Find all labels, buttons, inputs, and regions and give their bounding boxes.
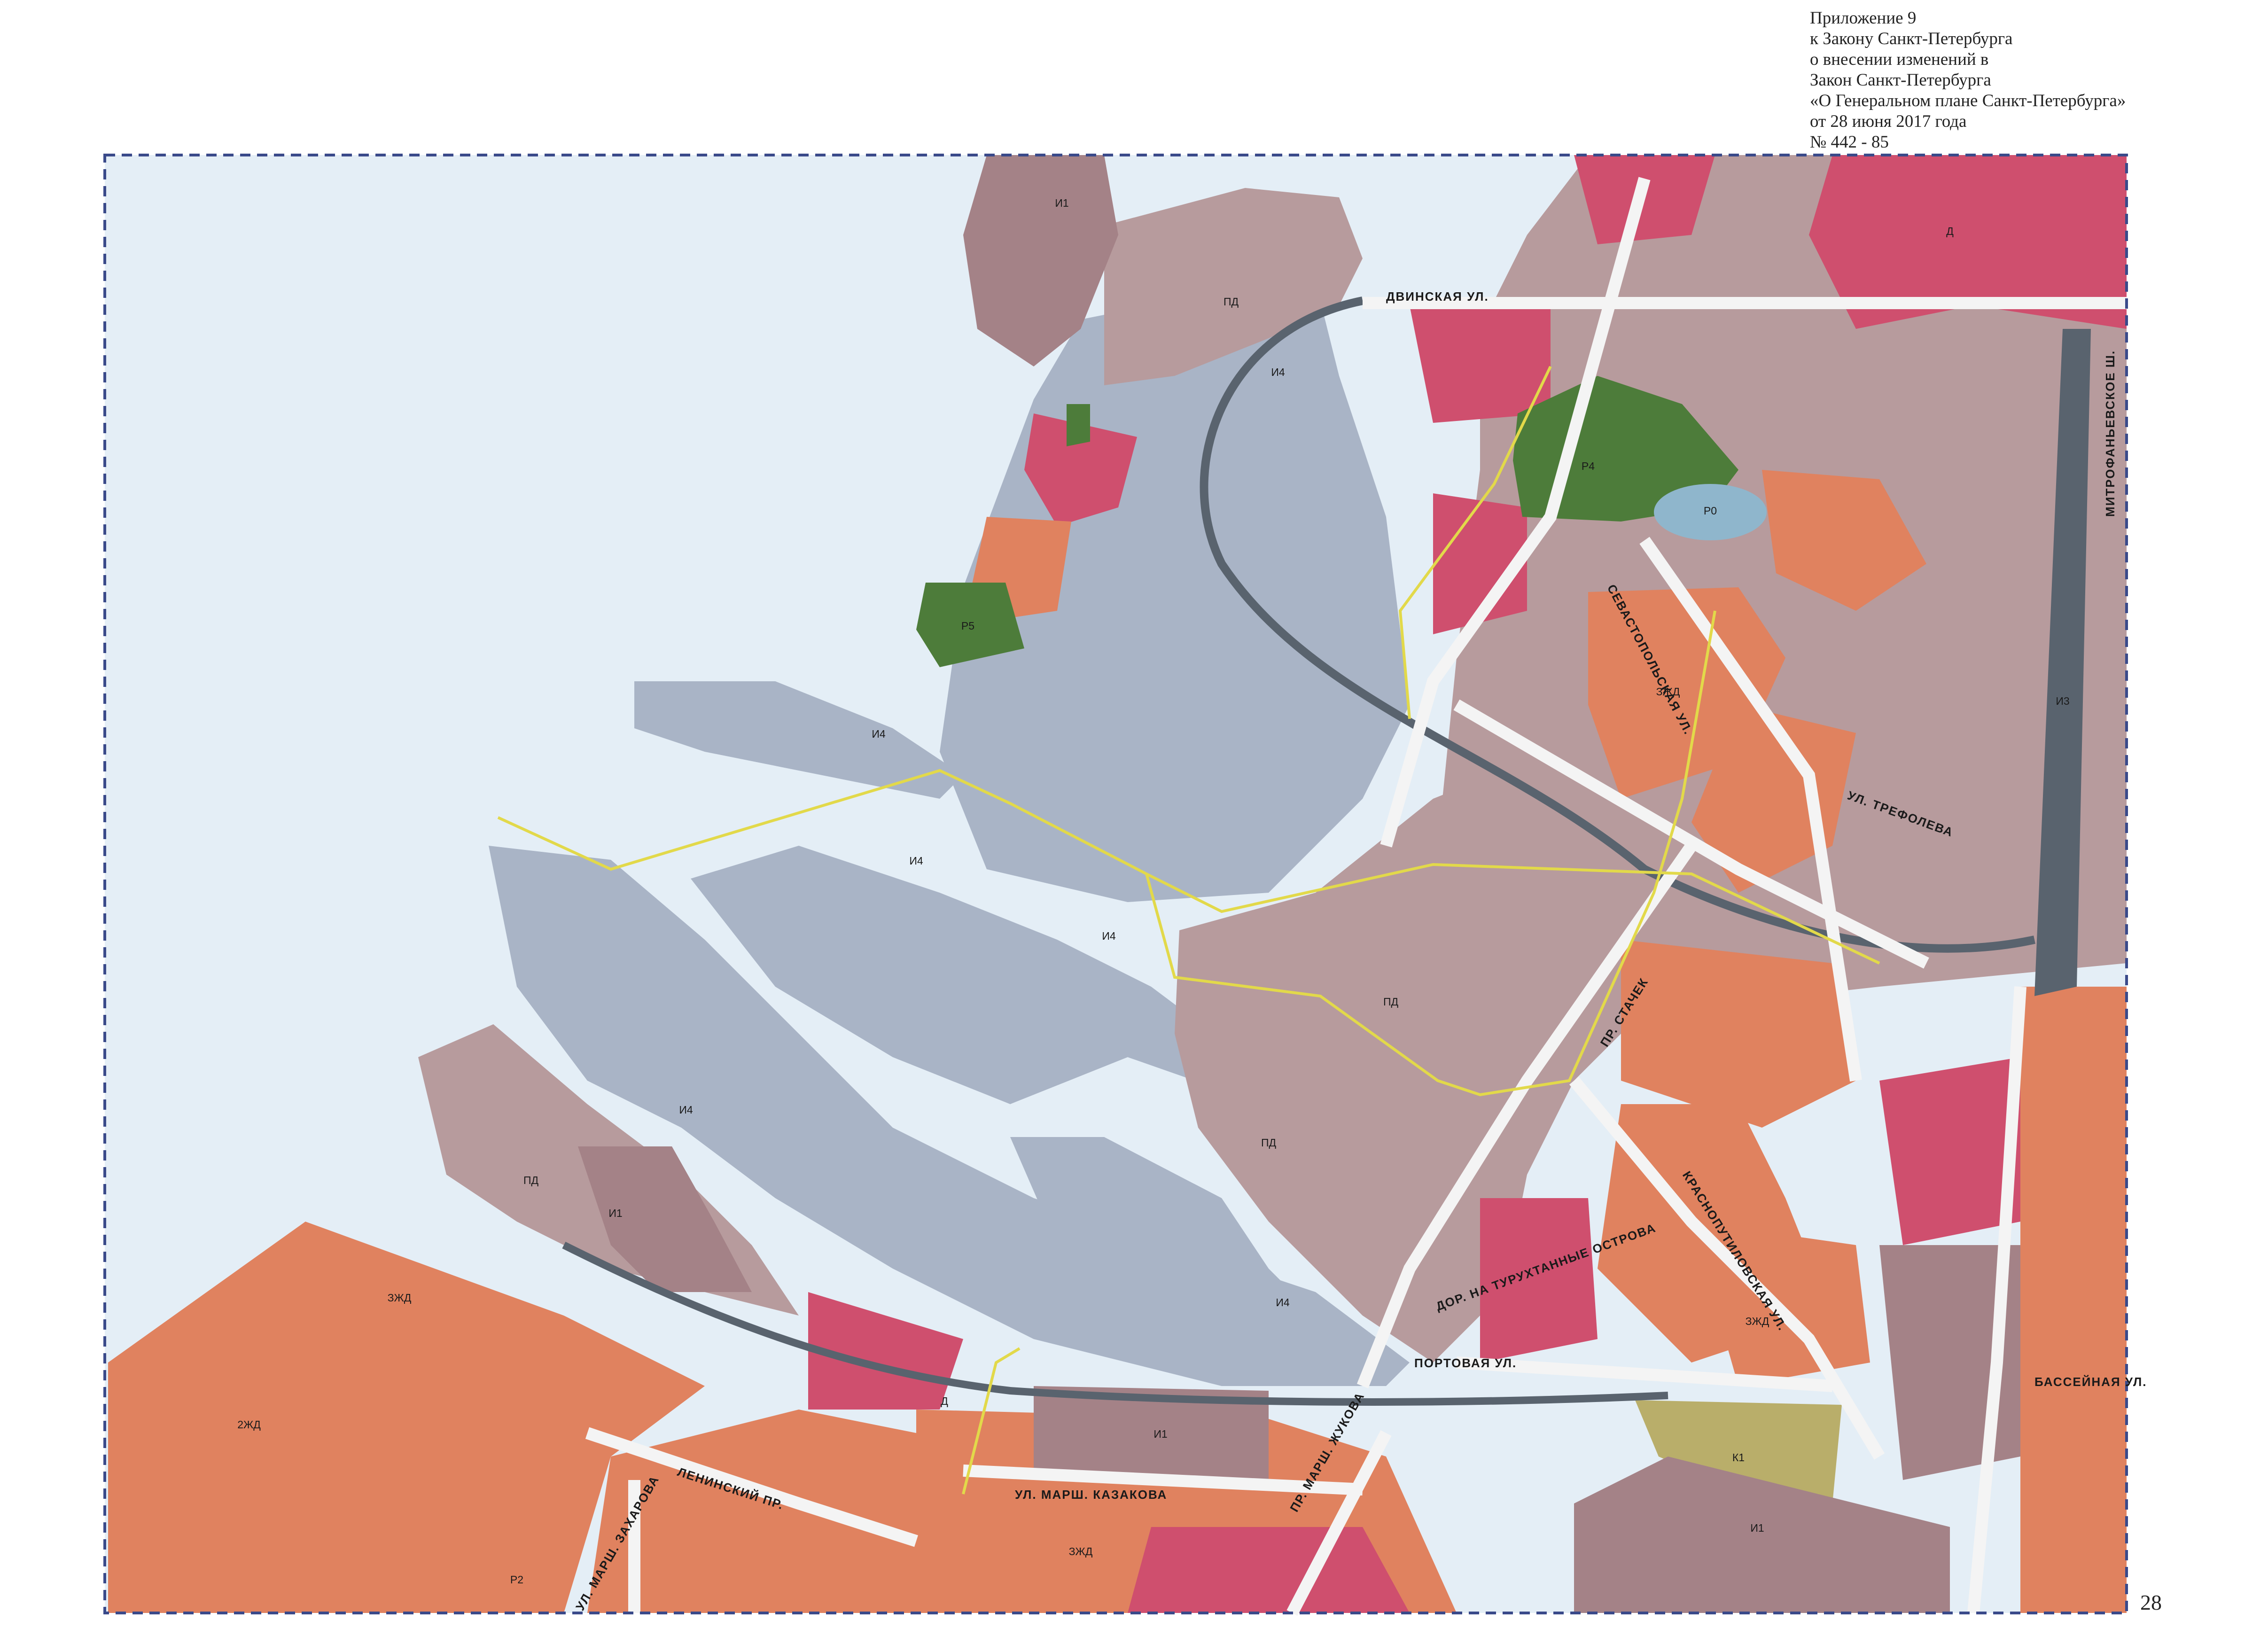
zone-label-pd-n: ПД [1224,296,1239,308]
zone-label-2zhd: 2ЖД [237,1418,261,1431]
zone-label-i3: И3 [2056,695,2069,707]
zone-business-south [1128,1527,1410,1613]
zone-business-n2 [1410,305,1551,423]
zone-label-i4-nw: И4 [1271,366,1285,378]
zone-label-pd-se: ПД [1261,1137,1277,1149]
street-portovaya: ПОРТОВАЯ УЛ. [1414,1356,1517,1370]
zone-label-d-ne: Д [1946,225,1954,237]
street-kazakova: УЛ. МАРШ. КАЗАКОВА [1015,1488,1167,1502]
zone-label-i4-pier: И4 [1102,930,1116,942]
map-sheet: Приложение 9 к Закону Санкт-Петербурга о… [0,0,2268,1628]
zone-label-i1-se: И1 [1750,1522,1764,1534]
zone-label-p4: Р4 [1582,460,1595,472]
zone-label-k1: К1 [1732,1451,1745,1464]
zone-label-pd-sw: ПД [523,1174,539,1186]
zone-label-p2: Р2 [510,1573,523,1586]
street-basseynaya: БАССЕЙНАЯ УЛ. [2034,1375,2147,1389]
zone-label-p0: Р0 [1704,505,1717,517]
zone-label-i4-s: И4 [1276,1296,1290,1309]
zoning-map: И4 И4 И4 И4 И4 И4 ПД ПД ПД ПД И1 И1 И1 И… [103,154,2147,1616]
zone-label-i1-sw: И1 [608,1207,622,1219]
zone-label-zhd-e: ЗЖД [1746,1315,1769,1327]
zone-label-zhd-s: ЗЖД [1069,1545,1093,1558]
street-mitrofanyevskoe: МИТРОФАНЬЕВСКОЕ Ш. [2103,350,2117,517]
zone-label-p5: Р5 [961,620,974,632]
zone-label-zhd-sw: ЗЖД [388,1292,412,1304]
zone-label-i4-w: И4 [872,728,886,740]
zone-label-i1-s: И1 [1153,1428,1167,1440]
zone-label-pd-east: ПД [1383,996,1399,1008]
zone-label-i4-sw: И4 [679,1104,693,1116]
zone-label-i1-n: И1 [1055,197,1068,209]
zone-coast-green-north [1067,404,1090,446]
zone-east-business [1879,1057,2020,1245]
zone-east-strip [2020,987,2127,1613]
zone-label-d-s: Д [941,1395,948,1407]
page-number: 28 [2140,1590,2162,1614]
zone-label-i4-c: И4 [909,855,923,867]
street-dvinskaya: ДВИНСКАЯ УЛ. [1386,289,1489,304]
